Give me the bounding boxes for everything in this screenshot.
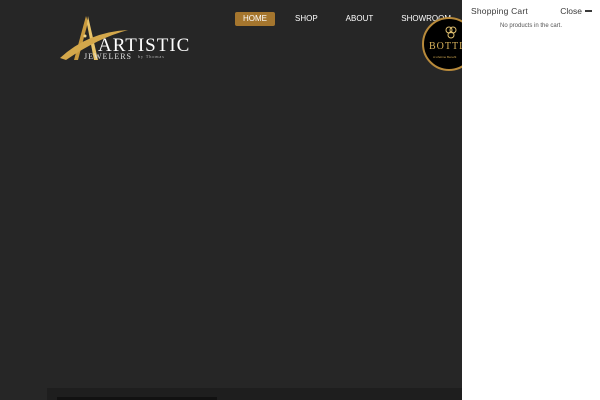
cart-title: Shopping Cart: [471, 6, 528, 16]
content-strip: [47, 388, 467, 400]
logo-tagline: by Thomas: [138, 54, 165, 59]
site-logo[interactable]: ARTISTIC JEWELERS by Thomas: [58, 14, 189, 66]
shopping-cart-panel: Shopping Cart Close No products in the c…: [462, 0, 600, 400]
nav-about[interactable]: ABOUT: [338, 12, 382, 26]
cart-empty-message: No products in the cart.: [499, 23, 563, 29]
close-icon: [585, 10, 592, 12]
logo-subtitle: JEWELERS: [84, 52, 132, 61]
nav-shop[interactable]: SHOP: [287, 12, 326, 26]
cart-close-label: Close: [560, 6, 582, 16]
bottle-emblem-icon: [445, 26, 457, 39]
cart-close-button[interactable]: Close: [560, 6, 592, 16]
nav-home[interactable]: HOME: [235, 12, 275, 26]
page: ARTISTIC JEWELERS by Thomas HOME SHOP AB…: [0, 0, 600, 400]
badge-subtitle: A Lifetime Benefit: [433, 55, 457, 59]
